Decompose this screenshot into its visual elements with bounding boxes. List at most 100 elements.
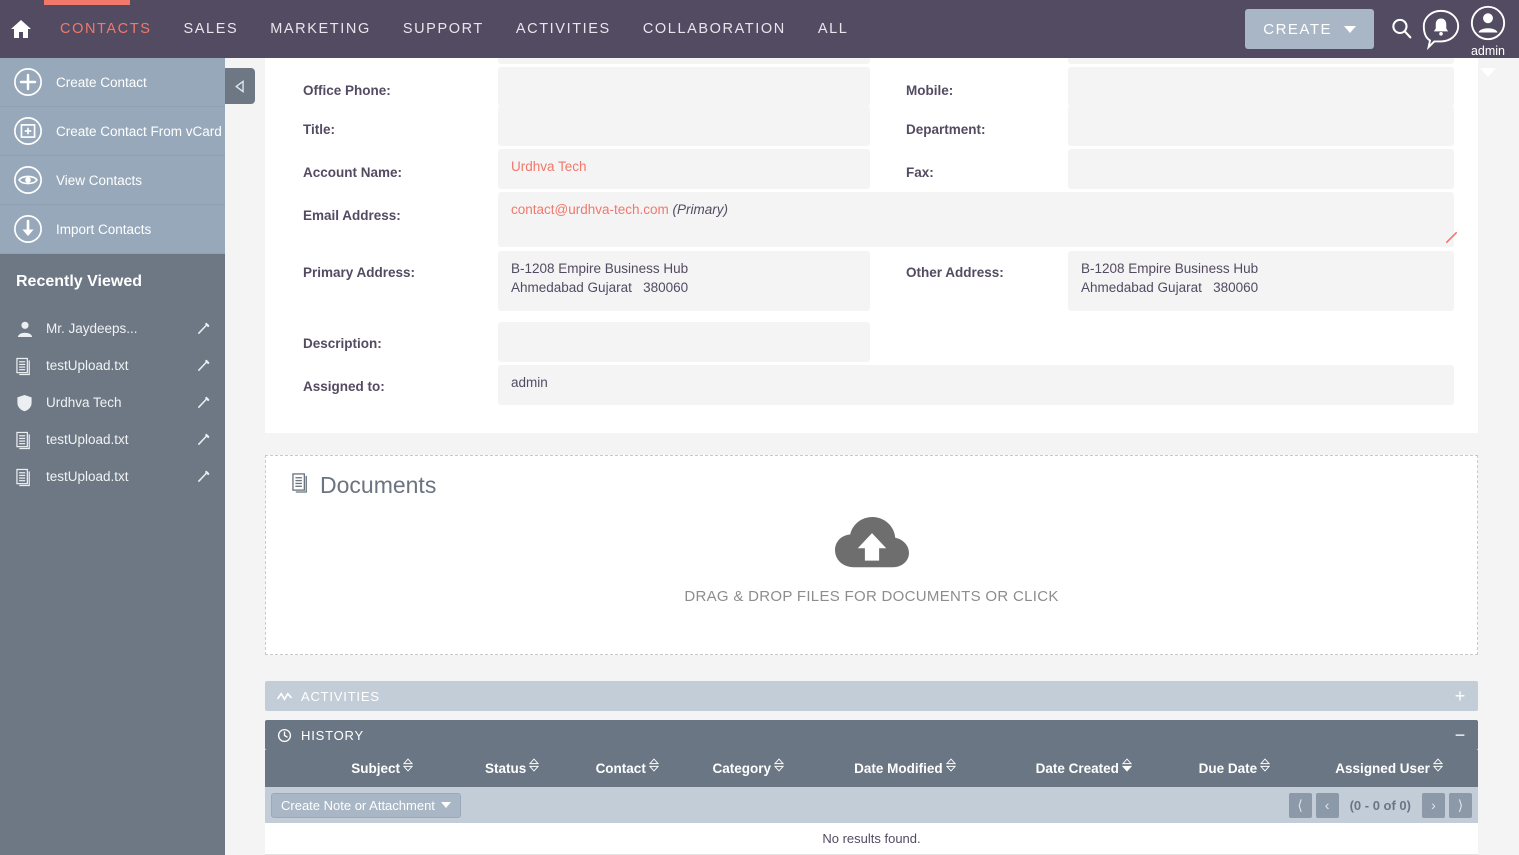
nav-link-support[interactable]: SUPPORT	[387, 0, 500, 58]
history-column-label: Category	[712, 761, 771, 776]
title-value[interactable]	[498, 106, 870, 146]
nav-link-all[interactable]: ALL	[802, 0, 865, 58]
documents-dropzone[interactable]: DRAG & DROP FILES FOR DOCUMENTS OR CLICK	[266, 516, 1477, 605]
create-button[interactable]: CREATE	[1245, 9, 1374, 49]
nav-link-contacts[interactable]: CONTACTS	[44, 0, 167, 58]
field-value-partial-right	[1068, 58, 1454, 64]
vcard-plus-icon	[13, 116, 43, 146]
edit-pencil-icon[interactable]	[196, 469, 211, 484]
mobile-label: Mobile:	[906, 82, 954, 98]
recent-item-label: Urdhva Tech	[46, 395, 122, 410]
nav-link-sales[interactable]: SALES	[167, 0, 254, 58]
sidebar-action-view-contacts[interactable]: View Contacts	[0, 156, 225, 205]
other-address-value[interactable]: B-1208 Empire Business Hub Ahmedabad Guj…	[1068, 251, 1454, 311]
history-column-subject[interactable]: Subject	[309, 758, 455, 776]
document-icon	[16, 468, 34, 486]
recent-item[interactable]: Urdhva Tech	[0, 384, 225, 421]
left-sidebar: Create Contact Create Contact From vCard V…	[0, 58, 225, 855]
pager-count-label: (0 - 0 of 0)	[1349, 797, 1411, 813]
activities-expand-toggle-icon[interactable]: +	[1455, 687, 1466, 705]
nav-link-collaboration[interactable]: COLLABORATION	[627, 0, 802, 58]
user-menu[interactable]: admin	[1463, 4, 1513, 58]
history-panel-label: HISTORY	[301, 727, 364, 743]
history-column-due-date[interactable]: Due Date	[1169, 758, 1300, 776]
recent-item[interactable]: testUpload.txt	[0, 347, 225, 384]
sort-arrows-icon[interactable]	[529, 758, 540, 775]
email-address-link[interactable]: contact@urdhva-tech.com	[511, 202, 669, 217]
pager-prev-button[interactable]: ‹	[1315, 792, 1339, 818]
pager-first-button[interactable]: ⟨	[1288, 792, 1312, 818]
history-column-label: Date Modified	[854, 761, 943, 776]
office-phone-value[interactable]	[498, 67, 870, 107]
document-icon	[16, 357, 34, 375]
history-column-date-created[interactable]: Date Created	[999, 758, 1169, 776]
documents-panel: Documents DRAG & DROP FILES FOR DOCUMENT…	[265, 455, 1478, 655]
sort-arrows-icon[interactable]	[1432, 758, 1443, 775]
nav-link-activities[interactable]: ACTIVITIES	[500, 0, 627, 58]
activities-panel-label: ACTIVITIES	[301, 688, 380, 704]
sidebar-action-create-contact[interactable]: Create Contact	[0, 58, 225, 107]
email-address-value[interactable]: contact@urdhva-tech.com (Primary)	[498, 192, 1454, 247]
account-name-link[interactable]: Urdhva Tech	[511, 159, 587, 174]
history-table-toolbar: Create Note or Attachment ⟨ ‹ (0 - 0 of …	[265, 787, 1478, 823]
inline-edit-pencil-icon[interactable]	[1444, 230, 1459, 245]
sidebar-action-create-contact-from-vcard[interactable]: Create Contact From vCard	[0, 107, 225, 156]
chevron-down-icon	[1344, 25, 1356, 33]
fax-value[interactable]	[1068, 149, 1454, 189]
history-panel-header[interactable]: HISTORY −	[265, 720, 1478, 750]
documents-title-label: Documents	[320, 472, 437, 498]
assigned-to-label: Assigned to:	[303, 378, 385, 394]
activity-line-icon	[277, 689, 292, 704]
description-value[interactable]	[498, 322, 870, 362]
history-pagination: ⟨ ‹ (0 - 0 of 0) › ⟩	[1288, 792, 1472, 818]
recent-item[interactable]: Mr. Jaydeeps...	[0, 310, 225, 347]
sort-arrows-icon[interactable]	[945, 758, 956, 775]
recent-item-label: testUpload.txt	[46, 432, 129, 447]
search-icon[interactable]	[1389, 16, 1414, 46]
email-address-label: Email Address:	[303, 207, 401, 223]
history-column-assigned-user[interactable]: Assigned User	[1300, 758, 1478, 776]
avatar	[1470, 5, 1506, 41]
pager-last-button[interactable]: ⟩	[1449, 792, 1472, 818]
activities-panel-header[interactable]: ACTIVITIES +	[265, 681, 1478, 711]
nav-link-marketing[interactable]: MARKETING	[254, 0, 387, 58]
sort-arrows-icon[interactable]	[1260, 758, 1271, 775]
sidebar-collapse-toggle[interactable]	[225, 68, 255, 104]
other-address-label: Other Address:	[906, 264, 1004, 280]
history-collapse-toggle-icon[interactable]: −	[1455, 726, 1466, 744]
primary-address-line-2: Ahmedabad Gujarat 380060	[511, 280, 689, 295]
edit-pencil-icon[interactable]	[196, 395, 211, 410]
create-button-label: CREATE	[1263, 20, 1332, 38]
recent-item[interactable]: testUpload.txt	[0, 421, 225, 458]
history-column-date-modified[interactable]: Date Modified	[811, 758, 999, 776]
sort-arrows-icon[interactable]	[402, 758, 414, 775]
history-column-label: Date Created	[1035, 761, 1119, 776]
user-menu-chevron-down-icon[interactable]	[1480, 68, 1496, 77]
edit-pencil-icon[interactable]	[196, 358, 211, 373]
primary-address-line-1: B-1208 Empire Business Hub	[511, 261, 689, 276]
primary-address-label: Primary Address:	[303, 264, 416, 280]
edit-pencil-icon[interactable]	[196, 432, 211, 447]
sidebar-action-label: Create Contact From vCard	[56, 123, 222, 139]
other-address-line-2: Ahmedabad Gujarat 380060	[1081, 280, 1259, 295]
home-icon[interactable]	[8, 17, 34, 41]
sort-arrows-icon[interactable]	[773, 758, 785, 775]
sort-arrows-icon[interactable]	[648, 758, 659, 775]
primary-address-value[interactable]: B-1208 Empire Business Hub Ahmedabad Guj…	[498, 251, 870, 311]
assigned-to-value[interactable]: admin	[498, 365, 1454, 405]
sort-arrows-icon[interactable]	[1121, 758, 1132, 775]
history-column-category[interactable]: Category	[686, 758, 812, 776]
history-column-contact[interactable]: Contact	[569, 758, 686, 776]
notification-bell-icon[interactable]	[1420, 8, 1462, 55]
collapse-left-icon	[234, 79, 244, 93]
account-name-value[interactable]: Urdhva Tech	[498, 149, 870, 189]
create-note-or-attachment-button[interactable]: Create Note or Attachment	[271, 792, 461, 818]
history-empty-message: No results found.	[265, 823, 1478, 855]
recent-item[interactable]: testUpload.txt	[0, 458, 225, 495]
department-value[interactable]	[1068, 106, 1454, 146]
mobile-value[interactable]	[1068, 67, 1454, 107]
history-column-status[interactable]: Status	[455, 758, 569, 776]
pager-next-button[interactable]: ›	[1422, 792, 1445, 818]
sidebar-action-import-contacts[interactable]: Import Contacts	[0, 205, 225, 254]
edit-pencil-icon[interactable]	[196, 321, 211, 336]
